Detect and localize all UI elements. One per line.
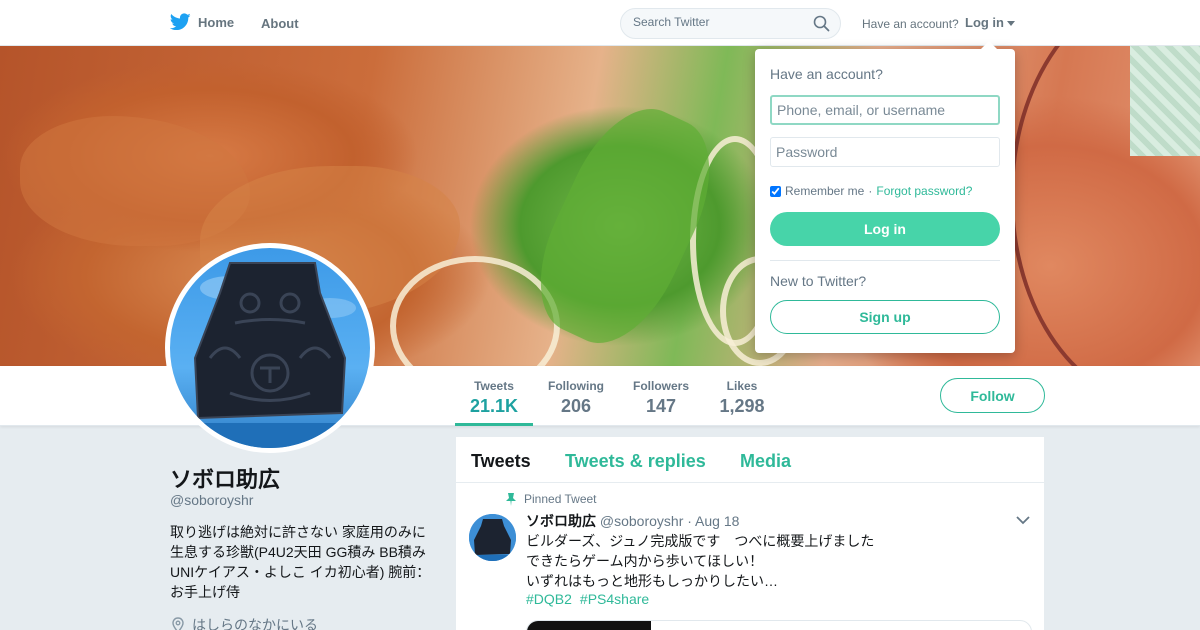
location-icon xyxy=(172,617,184,630)
stat-likes[interactable]: Likes 1,298 xyxy=(713,379,771,417)
nav-home-label: Home xyxy=(198,14,235,30)
tweet-text: ビルダーズ、ジュノ完成版です つべに概要上げました できたらゲーム内から歩いてほ… xyxy=(526,531,1026,591)
nav-home-link[interactable]: Home xyxy=(170,13,234,31)
pinned-tweet-indicator: Pinned Tweet xyxy=(506,492,597,506)
stat-value: 147 xyxy=(645,396,677,416)
login-dropdown-toggle[interactable]: Log in xyxy=(965,15,1015,30)
username-field[interactable] xyxy=(770,95,1000,125)
stat-label: Likes xyxy=(726,379,758,393)
stat-value: 1,298 xyxy=(719,396,765,416)
login-button[interactable]: Log in xyxy=(770,212,1000,246)
stat-tweets[interactable]: Tweets 21.1K xyxy=(455,379,533,426)
remember-me-label[interactable]: Remember me xyxy=(785,184,864,198)
tweet-hashtags: #DQB2 #PS4share xyxy=(526,591,649,607)
remember-me-row: Remember me · Forgot password? xyxy=(770,184,972,198)
avatar-pixel-art-image xyxy=(170,262,370,448)
tweet-header: ソボロ助広 @soboroyshr · Aug 18 xyxy=(526,511,739,531)
have-account-text: Have an account? xyxy=(862,17,959,31)
tab-tweets[interactable]: Tweets xyxy=(471,451,531,472)
tweet-author-name[interactable]: ソボロ助広 xyxy=(526,513,596,529)
caret-down-icon xyxy=(1007,20,1015,26)
stat-label: Tweets xyxy=(474,379,514,393)
forgot-password-link[interactable]: Forgot password? xyxy=(876,184,972,198)
stat-value: 206 xyxy=(560,396,592,416)
stat-value: 21.1K xyxy=(469,396,519,416)
login-dropdown: Have an account? Remember me · Forgot pa… xyxy=(755,41,1015,353)
top-navbar: Home About Have an account? Log in xyxy=(0,0,1200,46)
stat-following[interactable]: Following 206 xyxy=(546,379,606,417)
banner-tablecloth xyxy=(1130,46,1200,156)
timeline-tabs: Tweets Tweets & replies Media xyxy=(456,437,1044,483)
login-toggle-label: Log in xyxy=(965,15,1004,30)
hashtag-link[interactable]: #DQB2 xyxy=(526,591,572,607)
follow-button[interactable]: Follow xyxy=(940,378,1045,413)
search-icon[interactable] xyxy=(813,15,830,32)
profile-location: はしらのなかにいる xyxy=(170,615,318,630)
tweet-line: できたらゲーム内から歩いてほしい！ xyxy=(526,553,764,569)
tweet-line: いずれはもっと地形もしっかりしたい… xyxy=(526,573,778,589)
tweet-avatar-image xyxy=(469,514,516,561)
profile-handle[interactable]: @soboroyshr xyxy=(170,492,253,508)
search-box[interactable] xyxy=(620,8,841,39)
profile-name[interactable]: ソボロ助広 xyxy=(170,462,280,494)
tweet-author-handle[interactable]: @soboroyshr xyxy=(600,513,683,529)
pinned-label: Pinned Tweet xyxy=(524,492,597,506)
profile-avatar[interactable] xyxy=(165,243,375,453)
tweet-avatar[interactable] xyxy=(469,514,516,561)
divider xyxy=(770,260,1000,261)
timeline: Tweets Tweets & replies Media Pinned Twe… xyxy=(456,437,1044,630)
stat-label: Following xyxy=(548,379,604,393)
login-dropdown-title: Have an account? xyxy=(770,66,883,82)
separator-dot: · xyxy=(868,184,873,198)
twitter-bird-icon xyxy=(170,13,191,31)
tweet-date[interactable]: · Aug 18 xyxy=(687,513,739,529)
tweet-line: ビルダーズ、ジュノ完成版です つべに概要上げました xyxy=(526,533,875,549)
signup-button[interactable]: Sign up xyxy=(770,300,1000,334)
tab-media[interactable]: Media xyxy=(740,451,791,472)
password-field[interactable] xyxy=(770,137,1000,167)
nav-about-link[interactable]: About xyxy=(261,16,299,31)
new-to-twitter-text: New to Twitter? xyxy=(770,273,867,289)
chevron-down-icon[interactable] xyxy=(1016,515,1030,525)
location-text: はしらのなかにいる xyxy=(192,617,318,630)
pin-icon xyxy=(506,492,516,506)
hashtag-link[interactable]: #PS4share xyxy=(580,591,649,607)
profile-bio: 取り逃げは絶対に許さない 家庭用のみに生息する珍獣(P4U2天田 GG積み BB… xyxy=(170,524,431,600)
stat-followers[interactable]: Followers 147 xyxy=(631,379,691,417)
stat-label: Followers xyxy=(632,379,689,393)
remember-me-checkbox[interactable] xyxy=(770,185,781,197)
search-input[interactable] xyxy=(633,15,803,29)
tweet-media-card[interactable] xyxy=(526,620,1032,630)
tab-tweets-replies[interactable]: Tweets & replies xyxy=(565,451,706,472)
media-thumbnail xyxy=(527,621,651,630)
